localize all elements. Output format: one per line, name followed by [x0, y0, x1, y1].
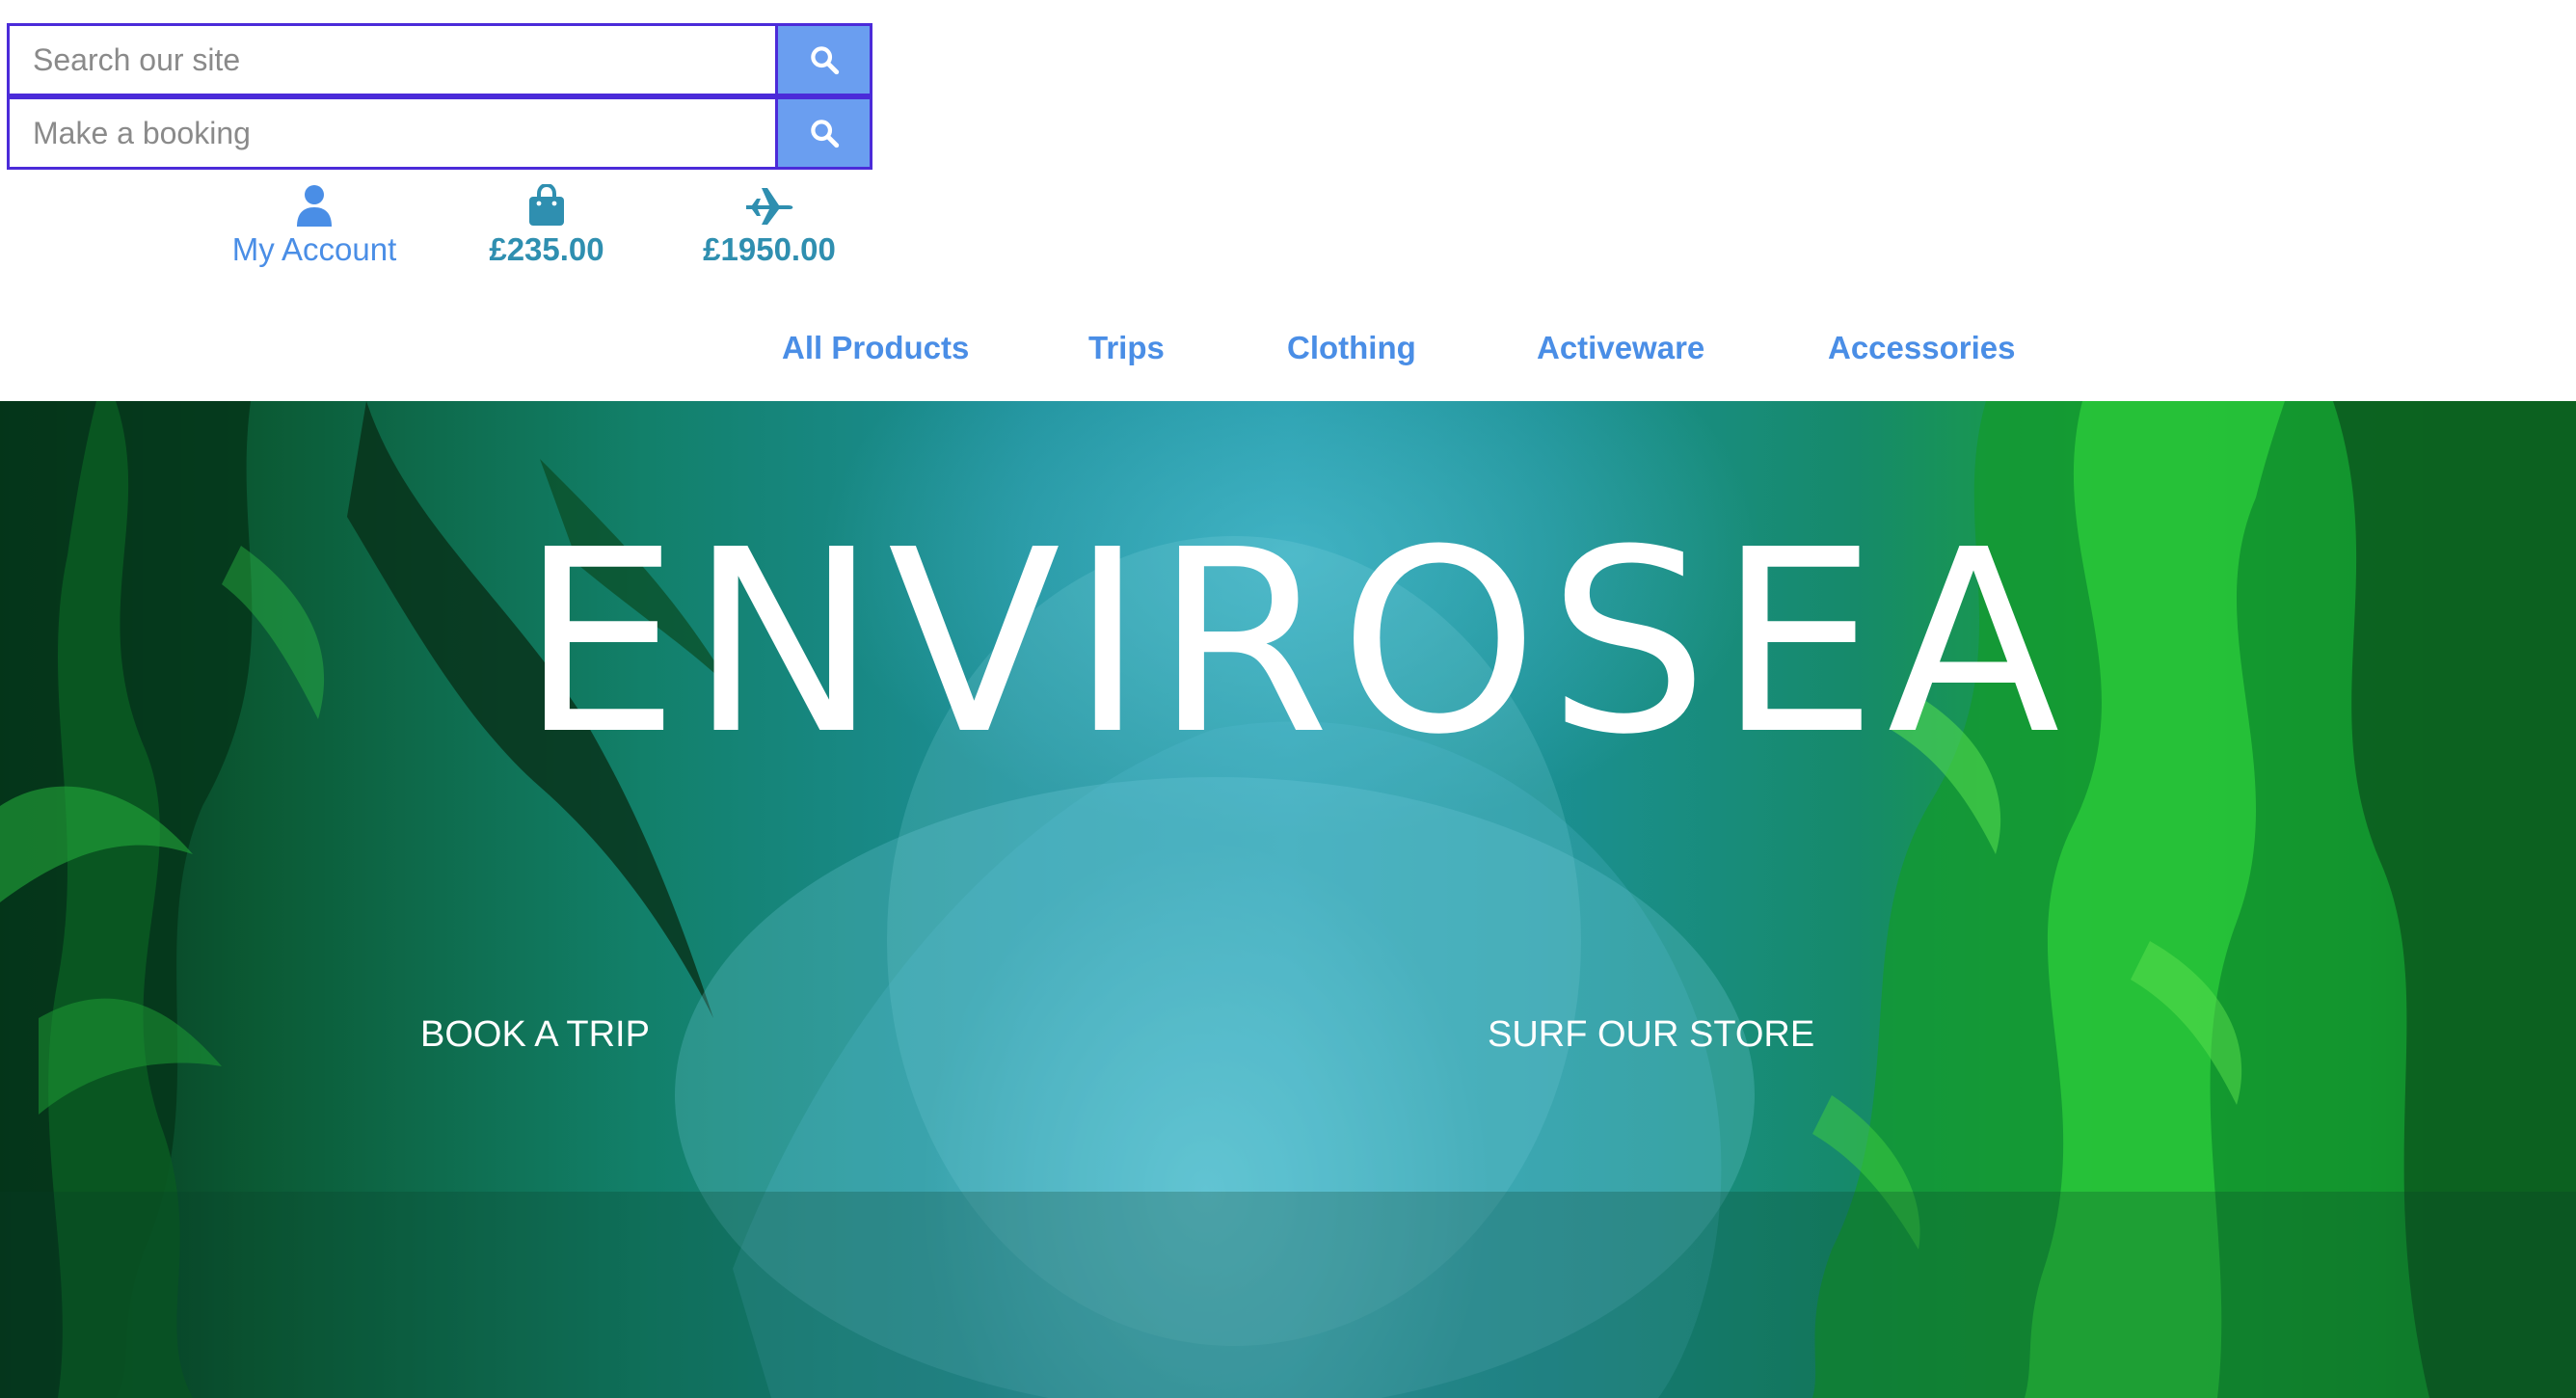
- my-account-label: My Account: [231, 231, 397, 267]
- hero-banner: ENVIROSEA BOOK A TRIP SURF OUR STORE: [0, 401, 2576, 1398]
- site-search-form: [7, 23, 872, 96]
- shopping-bag-icon: [527, 183, 566, 228]
- nav-accessories[interactable]: Accessories: [1828, 326, 2015, 370]
- booking-search-button[interactable]: [775, 99, 870, 167]
- basket-link[interactable]: £235.00: [470, 183, 624, 270]
- search-icon: [810, 120, 839, 148]
- main-nav: All Products Trips Clothing Activeware A…: [0, 326, 2576, 370]
- trips-total: £1950.00: [703, 231, 836, 267]
- my-account-link[interactable]: My Account: [228, 183, 401, 270]
- nav-all-products[interactable]: All Products: [782, 326, 969, 370]
- nav-activeware[interactable]: Activeware: [1537, 326, 1704, 370]
- surf-our-store-link[interactable]: SURF OUR STORE: [1488, 1010, 1814, 1059]
- site-search-button[interactable]: [775, 26, 870, 94]
- book-a-trip-link[interactable]: BOOK A TRIP: [420, 1010, 650, 1059]
- plane-icon: [744, 183, 794, 228]
- basket-total: £235.00: [489, 231, 604, 267]
- nav-clothing[interactable]: Clothing: [1287, 326, 1416, 370]
- search-icon: [810, 46, 839, 75]
- user-icon: [295, 183, 334, 228]
- site-search-input[interactable]: [10, 26, 775, 94]
- trips-basket-link[interactable]: £1950.00: [686, 183, 852, 270]
- nav-trips[interactable]: Trips: [1088, 326, 1165, 370]
- hero-title: ENVIROSEA: [520, 496, 2070, 790]
- booking-search-form: [7, 96, 872, 170]
- booking-search-input[interactable]: [10, 99, 775, 167]
